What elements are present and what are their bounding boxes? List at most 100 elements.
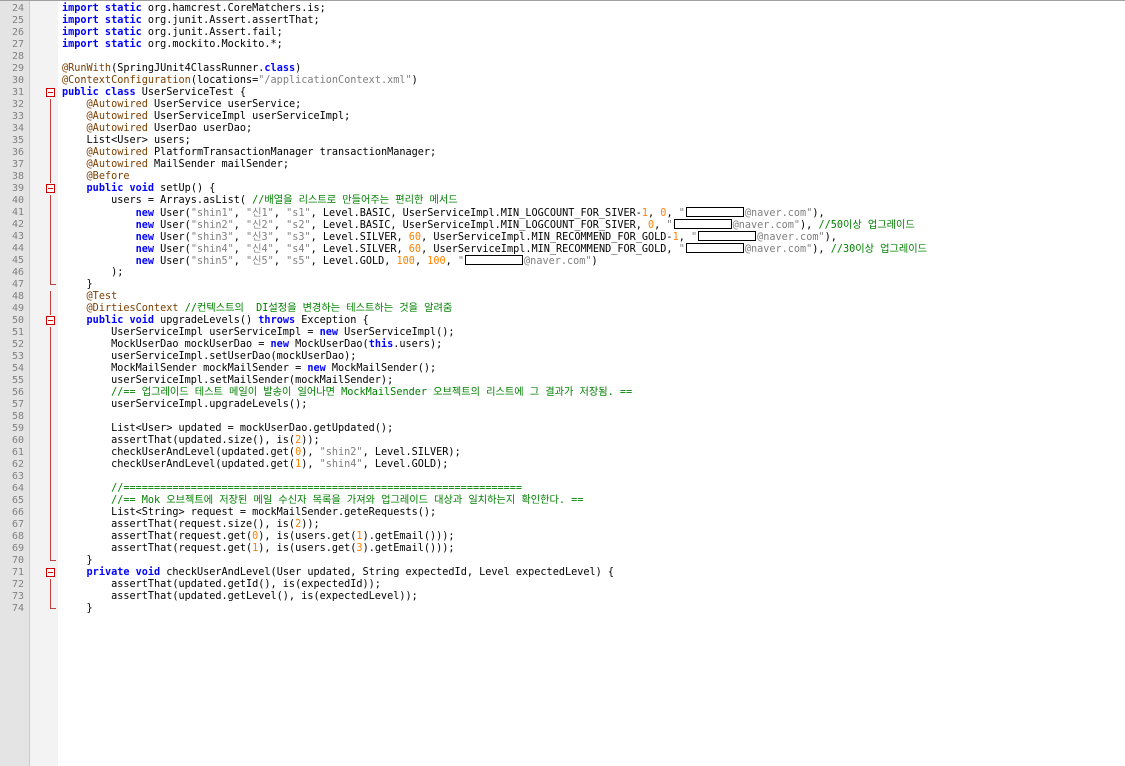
code-line[interactable]: 68 assertThat(request.get(0), is(users.g… — [0, 531, 1125, 543]
code-line[interactable]: 51 UserServiceImpl userServiceImpl = new… — [0, 327, 1125, 339]
code-token: .users); — [393, 339, 443, 350]
code-line[interactable]: 72 assertThat(updated.getId(), is(expect… — [0, 579, 1125, 591]
code-line[interactable]: 52 MockUserDao mockUserDao = new MockUse… — [0, 339, 1125, 351]
code-token: UserServiceImpl(); — [338, 327, 455, 338]
code-token: User( — [154, 256, 191, 267]
code-text: //======================================… — [62, 483, 522, 495]
code-line[interactable]: 49 @DirtiesContext //컨텍스트의 DI설정을 변경하는 테스… — [0, 303, 1125, 315]
code-line[interactable]: 46 ); — [0, 267, 1125, 279]
fold-toggle-icon[interactable] — [46, 567, 56, 579]
code-line[interactable]: 58 — [0, 411, 1125, 423]
fold-toggle-icon[interactable] — [46, 87, 56, 99]
code-line[interactable]: 60 assertThat(updated.size(), is(2)); — [0, 435, 1125, 447]
code-line[interactable]: 33 @Autowired UserServiceImpl userServic… — [0, 111, 1125, 123]
code-line[interactable]: 29 @RunWith(SpringJUnit4ClassRunner.class… — [0, 63, 1125, 75]
code-line[interactable]: 64 //===================================… — [0, 483, 1125, 495]
code-token: "/applicationContext.xml" — [258, 75, 412, 86]
code-line[interactable]: 25 import static org.junit.Assert.assertT… — [0, 15, 1125, 27]
line-number: 48 — [11, 291, 24, 302]
code-line[interactable]: 28 — [0, 51, 1125, 63]
code-line[interactable]: 35 List<User> users; — [0, 135, 1125, 147]
code-line[interactable]: 36 @Autowired PlatformTransactionManager… — [0, 147, 1125, 159]
line-number: 31 — [11, 87, 24, 98]
code-token: assertThat(request.get( — [62, 531, 253, 542]
redacted-box — [465, 255, 524, 265]
code-line[interactable]: 50 public void upgradeLevels() throws Ex… — [0, 315, 1125, 327]
code-text: userServiceImpl.upgradeLevels(); — [62, 399, 307, 411]
code-line[interactable]: 74 } — [0, 603, 1125, 615]
code-line[interactable]: 67 assertThat(request.size(), is(2)); — [0, 519, 1125, 531]
fold-toggle-icon[interactable] — [46, 315, 56, 327]
code-line[interactable]: 44 new User("shin4", "신4", "s4", Level.S… — [0, 243, 1125, 255]
code-line[interactable]: 34 @Autowired UserDao userDao; — [0, 123, 1125, 135]
code-text: UserServiceImpl userServiceImpl = new Us… — [62, 327, 455, 339]
code-token: ) — [295, 63, 302, 74]
code-editor[interactable]: 24 import static org.hamcrest.CoreMatcher… — [0, 0, 1125, 766]
code-text: @Autowired UserService userService; — [62, 99, 302, 111]
code-line[interactable]: 54 MockMailSender mockMailSender = new M… — [0, 363, 1125, 375]
code-text: ); — [62, 267, 123, 279]
code-token: " — [457, 256, 465, 267]
code-token: checkUserAndLevel(User updated, String e… — [160, 567, 615, 578]
code-token: @naver.com" — [744, 208, 813, 219]
fold-line-icon — [46, 483, 56, 495]
code-token: //======================================… — [111, 483, 523, 494]
code-line[interactable]: 56 //== 업그레이드 테스트 메일이 발송이 일어나면 MockMailS… — [0, 387, 1125, 399]
code-line[interactable]: 42 new User("shin2", "신2", "s2", Level.B… — [0, 219, 1125, 231]
code-line[interactable]: 27 import static org.mockito.Mockito.*; — [0, 39, 1125, 51]
code-line[interactable]: 41 new User("shin1", "신1", "s1", Level.B… — [0, 207, 1125, 219]
code-token: , — [233, 220, 247, 231]
code-line[interactable]: 39 public void setUp() { — [0, 183, 1125, 195]
code-line[interactable]: 61 checkUserAndLevel(updated.get(0), "sh… — [0, 447, 1125, 459]
code-line[interactable]: 32 @Autowired UserService userService; — [0, 99, 1125, 111]
fold-line-icon — [46, 159, 56, 171]
code-token: ), — [800, 220, 819, 231]
code-line[interactable]: 43 new User("shin3", "신3", "s3", Level.S… — [0, 231, 1125, 243]
fold-toggle-icon[interactable] — [46, 183, 56, 195]
code-token: 60 — [408, 244, 422, 255]
code-line[interactable]: 65 //== Mok 오브젝트에 저장된 메일 수신자 목록을 가져와 업그레… — [0, 495, 1125, 507]
code-token: 100 — [396, 256, 415, 267]
code-token: Exception { — [295, 315, 369, 326]
code-token: assertThat(request.get( — [62, 543, 253, 554]
code-line[interactable]: 24 import static org.hamcrest.CoreMatcher… — [0, 3, 1125, 15]
code-line[interactable]: 47 } — [0, 279, 1125, 291]
code-line[interactable]: 30 @ContextConfiguration(locations="/appl… — [0, 75, 1125, 87]
code-line[interactable]: 59 List<User> updated = mockUserDao.getU… — [0, 423, 1125, 435]
code-line[interactable]: 53 userServiceImpl.setUserDao(mockUserDa… — [0, 351, 1125, 363]
code-line[interactable]: 45 new User("shin5", "신5", "s5", Level.G… — [0, 255, 1125, 267]
code-line[interactable]: 57 userServiceImpl.upgradeLevels(); — [0, 399, 1125, 411]
code-line[interactable]: 48 @Test — [0, 291, 1125, 303]
code-text: assertThat(request.size(), is(2)); — [62, 519, 320, 531]
code-line[interactable]: 62 checkUserAndLevel(updated.get(1), "sh… — [0, 459, 1125, 471]
code-text: @Test — [62, 291, 118, 303]
line-number: 25 — [11, 15, 24, 26]
code-line[interactable]: 63 — [0, 471, 1125, 483]
code-text: users = Arrays.asList( //배열을 리스트로 만들어주는 … — [62, 195, 458, 207]
code-line[interactable]: 31 public class UserServiceTest { — [0, 87, 1125, 99]
code-line[interactable]: 71 private void checkUserAndLevel(User u… — [0, 567, 1125, 579]
code-token: assertThat(request.size(), is( — [62, 519, 296, 530]
code-line[interactable]: 69 assertThat(request.get(1), is(users.g… — [0, 543, 1125, 555]
code-line[interactable]: 37 @Autowired MailSender mailSender; — [0, 159, 1125, 171]
code-line[interactable]: 55 userServiceImpl.setMailSender(mockMai… — [0, 375, 1125, 387]
code-line[interactable]: 26 import static org.junit.Assert.fail; — [0, 27, 1125, 39]
line-number: 45 — [11, 255, 24, 266]
code-line[interactable]: 40 users = Arrays.asList( //배열을 리스트로 만들어… — [0, 195, 1125, 207]
code-text: public class UserServiceTest { — [62, 87, 246, 99]
code-line[interactable]: 70 } — [0, 555, 1125, 567]
code-token: public class — [62, 87, 136, 98]
code-line[interactable]: 73 assertThat(updated.getLevel(), is(exp… — [0, 591, 1125, 603]
fold-line-icon — [46, 111, 56, 123]
code-token: "shin5" — [190, 256, 234, 267]
code-line[interactable]: 38 @Before — [0, 171, 1125, 183]
code-line[interactable]: 66 List<String> request = mockMailSender… — [0, 507, 1125, 519]
code-token: setUp() { — [154, 183, 216, 194]
